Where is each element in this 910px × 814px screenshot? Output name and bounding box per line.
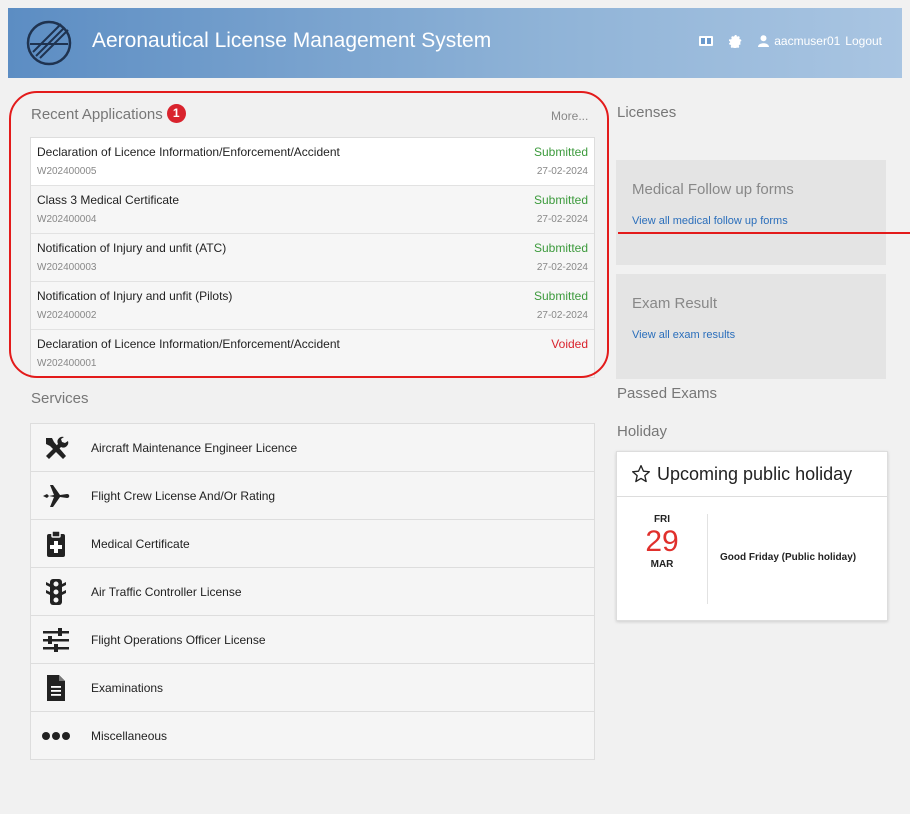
- services-list: Aircraft Maintenance Engineer Licence Fl…: [30, 423, 595, 760]
- exam-result-title: Exam Result: [632, 295, 718, 312]
- application-status: Submitted: [533, 193, 588, 207]
- application-name: Declaration of Licence Information/Enfor…: [37, 337, 340, 351]
- user-icon: [758, 35, 770, 47]
- application-id: W202400005: [37, 166, 97, 177]
- more-link[interactable]: More...: [551, 109, 588, 123]
- user-logout-link[interactable]: aacmuser01 Logout: [758, 34, 882, 48]
- service-item-atc[interactable]: Air Traffic Controller License: [31, 568, 594, 616]
- application-row[interactable]: Declaration of Licence Information/Enfor…: [31, 330, 594, 377]
- recent-count-badge: 1: [166, 104, 186, 123]
- recent-applications-title: Recent Applications 1: [31, 104, 186, 123]
- application-id: W202400001: [37, 358, 97, 369]
- application-name: Declaration of Licence Information/Enfor…: [37, 145, 340, 159]
- airplane-logo-icon: [26, 20, 72, 66]
- sliders-icon: [41, 625, 71, 655]
- holiday-card-header: Upcoming public holiday: [617, 452, 887, 497]
- licenses-title: Licenses: [617, 104, 677, 121]
- logout-label: Logout: [845, 34, 882, 48]
- application-date: 27-02-2024: [536, 310, 588, 321]
- application-status: Submitted: [533, 145, 588, 159]
- service-label: Flight Crew License And/Or Rating: [91, 489, 276, 503]
- holiday-card-title: Upcoming public holiday: [657, 463, 853, 484]
- medical-followup-title: Medical Follow up forms: [632, 181, 794, 198]
- service-label: Aircraft Maintenance Engineer Licence: [91, 441, 298, 455]
- application-name: Notification of Injury and unfit (ATC): [37, 241, 227, 255]
- application-id: W202400004: [37, 214, 97, 225]
- passed-exams-title: Passed Exams: [617, 385, 718, 402]
- application-row[interactable]: Declaration of Licence Information/Enfor…: [31, 138, 594, 186]
- annotation-underline: [618, 232, 910, 234]
- application-id: W202400003: [37, 262, 97, 273]
- holiday-weekday: FRI: [653, 514, 671, 525]
- holiday-month: MAR: [650, 559, 674, 570]
- language-icon[interactable]: [699, 36, 714, 46]
- clipboard-medical-icon: [41, 529, 71, 559]
- service-label: Flight Operations Officer License: [91, 633, 266, 647]
- service-item-examinations[interactable]: Examinations: [31, 664, 594, 712]
- recent-applications-list: Declaration of Licence Information/Enfor…: [30, 137, 595, 378]
- view-medical-followup-link[interactable]: View all medical follow up forms: [632, 215, 788, 227]
- service-item-flight-ops[interactable]: Flight Operations Officer License: [31, 616, 594, 664]
- holiday-day: 29: [645, 525, 679, 558]
- exam-result-panel: Exam Result View all exam results: [616, 274, 886, 379]
- service-item-ame-licence[interactable]: Aircraft Maintenance Engineer Licence: [31, 424, 594, 472]
- application-date: 27-02-2024: [536, 214, 588, 225]
- service-item-medical[interactable]: Medical Certificate: [31, 520, 594, 568]
- traffic-light-icon: [41, 577, 71, 607]
- plane-icon: [41, 481, 71, 511]
- settings-gear-icon[interactable]: [729, 34, 742, 48]
- app-title: Aeronautical License Management System: [92, 29, 492, 52]
- application-id: W202400002: [37, 310, 97, 321]
- application-date: 27-02-2024: [536, 262, 588, 273]
- upcoming-holiday-card: Upcoming public holiday FRI 29 MAR Good …: [616, 451, 888, 621]
- service-label: Medical Certificate: [91, 537, 190, 551]
- application-date: 27-02-2024: [536, 166, 588, 177]
- recent-applications-label: Recent Applications: [31, 106, 163, 123]
- view-exam-results-link[interactable]: View all exam results: [632, 329, 735, 341]
- service-label: Air Traffic Controller License: [91, 585, 242, 599]
- service-item-flight-crew[interactable]: Flight Crew License And/Or Rating: [31, 472, 594, 520]
- application-status: Submitted: [533, 241, 588, 255]
- date-divider: [707, 514, 708, 604]
- medical-followup-panel: Medical Follow up forms View all medical…: [616, 160, 886, 265]
- application-row[interactable]: Notification of Injury and unfit (Pilots…: [31, 282, 594, 330]
- document-icon: [41, 673, 71, 703]
- holiday-date: FRI 29 MAR: [617, 514, 707, 570]
- star-outline-icon: [632, 465, 650, 483]
- holiday-name: Good Friday (Public holiday): [720, 552, 857, 563]
- service-label: Miscellaneous: [91, 729, 168, 743]
- application-status: Submitted: [533, 289, 588, 303]
- application-status: Voided: [551, 337, 588, 351]
- service-item-misc[interactable]: Miscellaneous: [31, 712, 594, 759]
- application-row[interactable]: Class 3 Medical Certificate W202400004 S…: [31, 186, 594, 234]
- ellipsis-icon: [41, 721, 71, 751]
- holiday-title: Holiday: [617, 423, 668, 440]
- application-name: Notification of Injury and unfit (Pilots…: [37, 289, 233, 303]
- tools-icon: [41, 433, 71, 463]
- service-label: Examinations: [91, 681, 164, 695]
- app-header: Aeronautical License Management System a…: [8, 8, 902, 78]
- application-name: Class 3 Medical Certificate: [37, 193, 180, 207]
- username: aacmuser01: [774, 34, 841, 48]
- application-row[interactable]: Notification of Injury and unfit (ATC) W…: [31, 234, 594, 282]
- services-title: Services: [31, 390, 89, 407]
